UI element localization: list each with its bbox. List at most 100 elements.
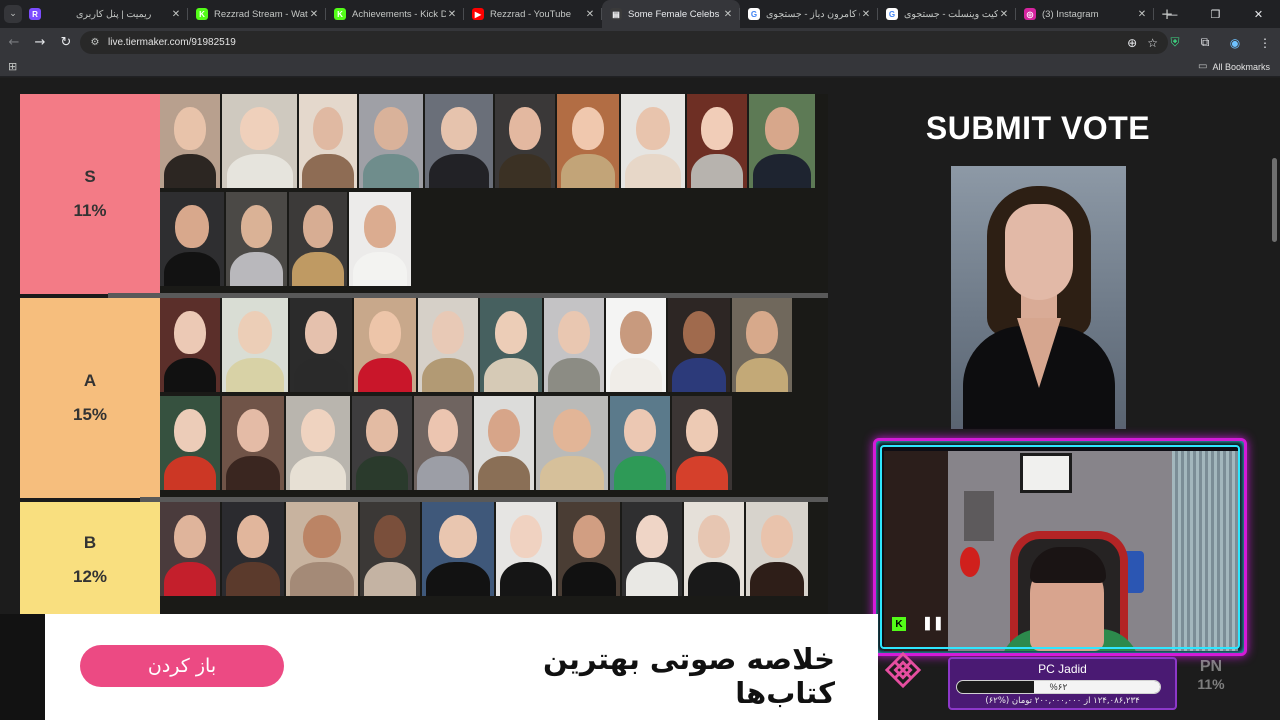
tab-close-icon[interactable]: ✕: [860, 9, 872, 20]
tab-close-icon[interactable]: ✕: [170, 9, 182, 20]
tab-title: کیت وینسلت - جستجوی gle: [904, 8, 998, 20]
celebrity-photo[interactable]: [687, 94, 747, 188]
more-menu-icon[interactable]: ⋮: [1250, 36, 1280, 50]
bookmark-star-icon[interactable]: ☆: [1147, 36, 1158, 50]
restore-icon[interactable]: ❐: [1194, 0, 1237, 28]
celebrity-photo[interactable]: [349, 192, 411, 286]
celebrity-photo[interactable]: [352, 396, 412, 490]
browser-tab[interactable]: G کامرون دیاز - جستجوی gle✕: [740, 0, 878, 28]
celebrity-photo[interactable]: [286, 396, 350, 490]
minimize-icon[interactable]: —: [1151, 0, 1194, 28]
celebrity-photo[interactable]: [536, 396, 608, 490]
celebrity-photo[interactable]: [621, 94, 685, 188]
pause-icon: ❚❚: [922, 615, 944, 630]
tab-list: R ریمیت | پنل کاربری ✕ K Rezzrad Stream - Wa…: [26, 0, 1154, 28]
tier-row: S 11%: [20, 94, 828, 298]
tier-percent: 11%: [73, 201, 107, 220]
apps-grid-icon[interactable]: ⊞: [8, 60, 17, 73]
celebrity-photo[interactable]: [732, 298, 792, 392]
celebrity-photo[interactable]: [222, 298, 288, 392]
celebrity-photo[interactable]: [606, 298, 666, 392]
celebrity-photo[interactable]: [418, 298, 478, 392]
close-window-icon[interactable]: ✕: [1237, 0, 1280, 28]
address-bar[interactable]: ⚙ live.tiermaker.com/91982519 ⊕ ☆: [80, 31, 1168, 54]
tab-title: Some Female Celebs: [628, 8, 720, 20]
celebrity-photo[interactable]: [474, 396, 534, 490]
celebrity-photo[interactable]: [610, 396, 670, 490]
celebrity-photo[interactable]: [289, 192, 347, 286]
celebrity-photo[interactable]: [746, 502, 808, 596]
scrollbar-thumb[interactable]: [1272, 158, 1277, 242]
celebrity-photo[interactable]: [222, 502, 284, 596]
celebrity-photo[interactable]: [359, 94, 423, 188]
all-bookmarks-button[interactable]: ▭ All Bookmarks: [1198, 61, 1270, 72]
forward-button[interactable]: →: [28, 31, 52, 55]
celebrity-photo[interactable]: [160, 396, 220, 490]
browser-tab[interactable]: ◎ (3) Instagram ✕: [1016, 0, 1154, 28]
chevron-down-icon: ⌄: [4, 5, 22, 23]
tab-title: Rezzrad - YouTube: [490, 8, 571, 20]
celebrity-photo[interactable]: [557, 94, 619, 188]
celebrity-photo[interactable]: [425, 94, 493, 188]
page-scrollbar[interactable]: [1272, 78, 1278, 608]
browser-tab[interactable]: R: [26, 0, 50, 28]
tab-close-icon[interactable]: ✕: [998, 9, 1010, 20]
celebrity-photo[interactable]: [160, 94, 220, 188]
celebrity-photo[interactable]: [360, 502, 420, 596]
tab-favicon-icon: K: [334, 8, 346, 20]
reload-button[interactable]: ↻: [54, 31, 78, 55]
celebrity-photo[interactable]: [222, 396, 284, 490]
browser-tab[interactable]: ▤ Some Female Celebs ✕: [602, 0, 740, 28]
celebrity-photo[interactable]: [496, 502, 556, 596]
celebrity-photo[interactable]: [544, 298, 604, 392]
back-button[interactable]: ←: [2, 31, 26, 55]
celebrity-photo[interactable]: [422, 502, 494, 596]
celebrity-photo[interactable]: [299, 94, 357, 188]
overlay-tier-label: PN 11%: [1180, 656, 1242, 716]
extensions-puzzle-icon[interactable]: ⧉: [1190, 35, 1220, 50]
browser-tab[interactable]: ▶ Rezzrad - YouTube ✕: [464, 0, 602, 28]
site-info-icon[interactable]: ⚙: [84, 37, 106, 48]
tier-items: [160, 298, 828, 498]
url-text[interactable]: live.tiermaker.com/91982519: [108, 37, 236, 48]
ad-banner: باز کردن خلاصه صوتی بهترین کتاب‌ها: [45, 614, 878, 720]
celebrity-photo[interactable]: [160, 502, 220, 596]
celebrity-photo[interactable]: [160, 192, 224, 286]
vpn-extension-icon[interactable]: ⛨: [1160, 35, 1190, 50]
celebrity-photo[interactable]: [290, 298, 352, 392]
celebrity-photo[interactable]: [672, 396, 732, 490]
featured-photo[interactable]: [951, 166, 1126, 429]
tab-favicon-icon: ▤: [610, 8, 622, 20]
celebrity-photo[interactable]: [160, 298, 220, 392]
browser-tab[interactable]: K Achievements - Kick Dash✕: [326, 0, 464, 28]
tab-close-icon[interactable]: ✕: [722, 9, 734, 20]
celebrity-photo[interactable]: [414, 396, 472, 490]
celebrity-photo[interactable]: [222, 94, 297, 188]
ad-open-button[interactable]: باز کردن: [80, 645, 284, 687]
celebrity-photo[interactable]: [622, 502, 682, 596]
browser-tab[interactable]: K Rezzrad Stream - Watch L✕: [188, 0, 326, 28]
tab-close-icon[interactable]: ✕: [584, 9, 596, 20]
celebrity-photo[interactable]: [684, 502, 744, 596]
tab-close-icon[interactable]: ✕: [446, 9, 458, 20]
tab-favicon-icon: [58, 8, 70, 20]
browser-tab[interactable]: G کیت وینسلت - جستجوی gle✕: [878, 0, 1016, 28]
celebrity-photo[interactable]: [480, 298, 542, 392]
celebrity-photo[interactable]: [668, 298, 730, 392]
browser-tab[interactable]: ریمیت | پنل کاربری ✕: [50, 0, 188, 28]
celebrity-photo[interactable]: [226, 192, 287, 286]
tab-close-icon[interactable]: ✕: [1136, 9, 1148, 20]
tab-title: Achievements - Kick Dash: [352, 8, 446, 20]
tab-search-button[interactable]: ⌄: [0, 0, 26, 28]
profile-avatar-icon[interactable]: ◉: [1220, 36, 1250, 50]
celebrity-photo[interactable]: [354, 298, 416, 392]
zoom-icon[interactable]: ⊕: [1127, 36, 1137, 50]
tab-close-icon[interactable]: ✕: [308, 9, 320, 20]
celebrity-photo[interactable]: [749, 94, 815, 188]
tier-percent: 12%: [72, 567, 108, 586]
celebrity-photo[interactable]: [495, 94, 555, 188]
celebrity-photo[interactable]: [558, 502, 620, 596]
tier-items: [160, 94, 828, 294]
celebrity-photo[interactable]: [286, 502, 358, 596]
tier-label: S 11%: [20, 94, 160, 294]
